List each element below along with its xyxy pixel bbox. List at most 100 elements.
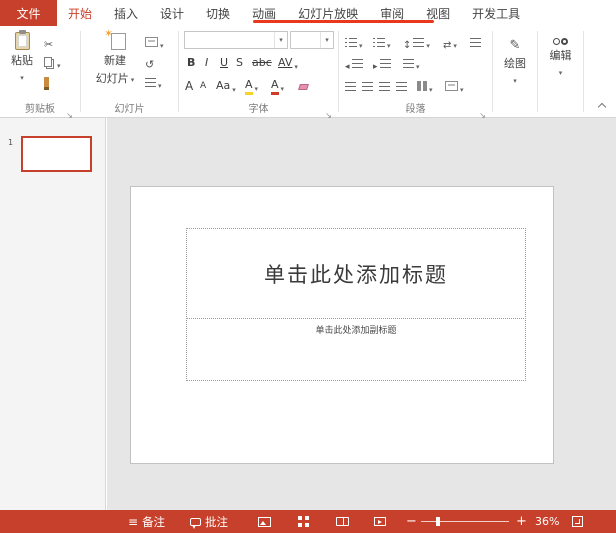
change-case-dropdown-arrow[interactable] — [232, 77, 236, 96]
font-name-value[interactable] — [185, 32, 274, 48]
font-group-label: 字体 — [248, 104, 269, 115]
zoom-in-button[interactable]: + — [516, 510, 527, 533]
paste-label: 粘贴 — [11, 54, 33, 67]
tab-design[interactable]: 设计 — [149, 0, 195, 26]
slide-canvas[interactable]: 单击此处添加标题 单击此处添加副标题 — [130, 186, 554, 464]
font-color-button[interactable]: A — [271, 76, 285, 95]
bullets-button[interactable] — [345, 34, 363, 50]
new-slide-button[interactable]: 新建 幻灯片 — [91, 27, 139, 86]
columns-button[interactable] — [417, 78, 433, 94]
reset-icon — [145, 53, 154, 72]
ribbon: 粘贴 剪贴板 新建 幻灯片 — [0, 26, 616, 118]
clipboard-dialog-launcher[interactable] — [64, 103, 75, 114]
fit-to-window-button[interactable] — [572, 510, 583, 533]
change-case-button[interactable]: Aa — [216, 78, 236, 94]
zoom-slider[interactable] — [421, 510, 509, 533]
tab-transitions[interactable]: 切换 — [195, 0, 241, 26]
font-dialog-launcher[interactable] — [323, 103, 334, 114]
layout-dropdown-arrow[interactable] — [160, 33, 164, 52]
paste-dropdown-arrow[interactable] — [20, 70, 24, 83]
notes-label: 备注 — [142, 514, 166, 529]
font-size-combo[interactable] — [290, 31, 334, 49]
paragraph-spacing-dropdown-arrow[interactable] — [416, 54, 420, 73]
align-text-button[interactable] — [470, 34, 481, 50]
zoom-level[interactable]: 36% — [535, 510, 559, 533]
font-name-dropdown-arrow[interactable] — [274, 32, 287, 48]
convert-smartart-button[interactable] — [445, 78, 464, 94]
new-slide-dropdown-arrow[interactable] — [131, 72, 135, 85]
title-placeholder[interactable]: 单击此处添加标题 — [186, 228, 526, 319]
bold-button[interactable]: B — [187, 55, 195, 71]
drawing-button[interactable]: 绘图 — [497, 38, 533, 86]
font-name-combo[interactable] — [184, 31, 288, 49]
justify-button[interactable] — [396, 78, 407, 94]
clear-formatting-button[interactable] — [298, 79, 309, 95]
slideshow-view-button[interactable] — [374, 510, 386, 533]
comments-button[interactable]: 批注 — [190, 510, 228, 533]
smartart-dropdown-arrow[interactable] — [460, 77, 464, 96]
zoom-slider-track[interactable] — [421, 510, 509, 533]
paragraph-dialog-launcher[interactable] — [477, 103, 488, 114]
text-highlight-dropdown-arrow[interactable] — [255, 76, 259, 95]
paragraph-spacing-button[interactable] — [403, 55, 420, 71]
text-direction-button[interactable] — [443, 34, 457, 50]
zoom-slider-thumb[interactable] — [436, 517, 440, 526]
copy-button[interactable] — [44, 54, 61, 70]
italic-button[interactable]: I — [205, 55, 208, 71]
section-dropdown-arrow[interactable] — [158, 73, 162, 92]
editing-button[interactable]: 编辑 — [542, 38, 579, 78]
grow-font-button[interactable]: A — [185, 78, 193, 94]
copy-dropdown-arrow[interactable] — [57, 53, 61, 72]
tab-insert[interactable]: 插入 — [103, 0, 149, 26]
editing-label: 编辑 — [549, 49, 572, 62]
spacing-icon — [403, 58, 414, 68]
align-right-icon — [379, 81, 390, 91]
text-shadow-button[interactable]: S — [236, 55, 243, 71]
normal-view-button[interactable] — [258, 510, 271, 533]
lines-icon — [379, 58, 391, 68]
shrink-font-button[interactable]: A — [200, 78, 206, 94]
paste-button[interactable]: 粘贴 — [6, 30, 38, 83]
tab-developer[interactable]: 开发工具 — [461, 0, 531, 26]
character-spacing-button[interactable]: AV — [278, 55, 298, 71]
format-painter-button[interactable] — [44, 74, 49, 90]
font-size-value[interactable] — [291, 32, 320, 48]
file-tab[interactable]: 文件 — [0, 0, 57, 26]
line-spacing-dropdown-arrow[interactable] — [426, 33, 430, 52]
align-right-button[interactable] — [379, 78, 390, 94]
text-direction-dropdown-arrow[interactable] — [453, 33, 457, 52]
lines-icon — [413, 37, 425, 47]
tab-home[interactable]: 开始 — [57, 0, 104, 26]
indent-decrease-button[interactable] — [345, 55, 363, 71]
align-left-button[interactable] — [345, 78, 356, 94]
section-button[interactable] — [145, 74, 162, 90]
slides-group-label: 幻灯片 — [114, 104, 145, 115]
underline-button[interactable]: U — [220, 55, 228, 71]
numbering-button[interactable] — [373, 34, 391, 50]
reading-view-button[interactable] — [336, 510, 349, 533]
font-color-dropdown-arrow[interactable] — [281, 76, 285, 95]
character-spacing-dropdown-arrow[interactable] — [294, 54, 298, 73]
numbering-dropdown-arrow[interactable] — [387, 33, 391, 52]
editing-dropdown-arrow[interactable] — [559, 65, 563, 78]
notes-button[interactable]: 备注 — [128, 510, 165, 533]
subtitle-placeholder[interactable]: 单击此处添加副标题 — [186, 318, 526, 381]
collapse-ribbon-button[interactable] — [598, 101, 606, 109]
slide-thumbnail[interactable] — [21, 136, 92, 172]
line-spacing-button[interactable] — [403, 34, 430, 50]
columns-dropdown-arrow[interactable] — [429, 77, 433, 96]
normal-view-icon — [258, 516, 271, 527]
indent-increase-button[interactable] — [373, 55, 391, 71]
align-center-button[interactable] — [362, 78, 373, 94]
text-highlight-button[interactable]: A — [245, 76, 259, 95]
paragraph-group: 段落 — [339, 26, 492, 117]
strikethrough-button[interactable]: abc — [252, 55, 272, 71]
layout-button[interactable] — [145, 34, 164, 50]
zoom-out-button[interactable]: − — [406, 510, 417, 533]
cut-button[interactable] — [44, 34, 53, 50]
drawing-dropdown-arrow[interactable] — [513, 73, 517, 86]
font-size-dropdown-arrow[interactable] — [320, 32, 333, 48]
bullets-dropdown-arrow[interactable] — [359, 33, 363, 52]
reset-button[interactable] — [145, 54, 154, 70]
slide-sorter-view-button[interactable] — [298, 510, 309, 533]
